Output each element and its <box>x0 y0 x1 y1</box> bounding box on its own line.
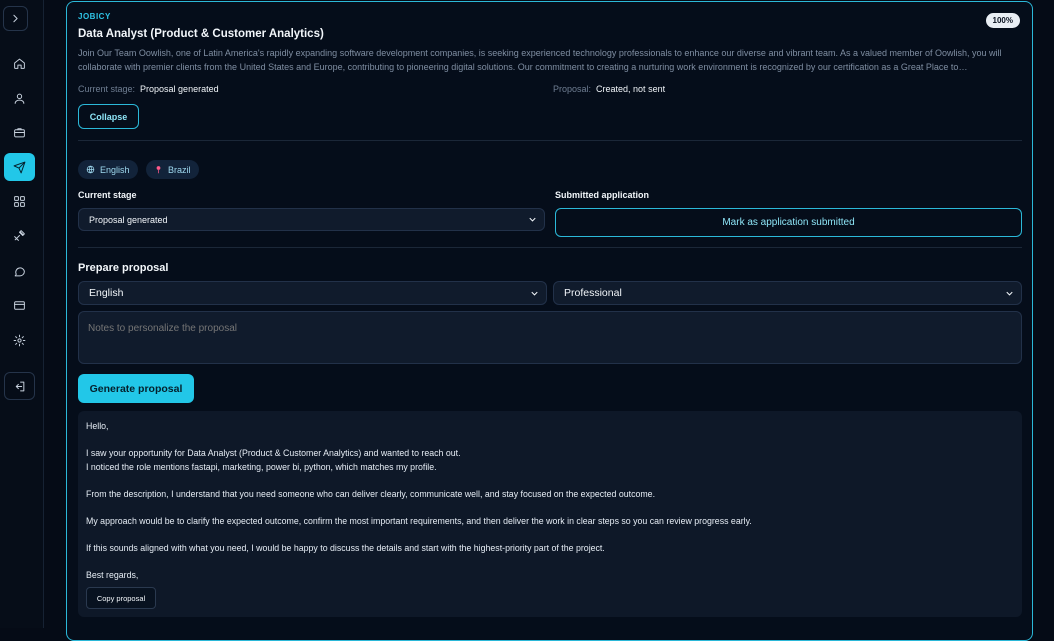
sidebar-item-dashboard[interactable] <box>4 187 35 215</box>
grid-icon <box>14 195 25 207</box>
language-chip: English <box>78 160 138 179</box>
divider <box>78 247 1022 248</box>
language-chip-label: English <box>100 164 130 175</box>
proposal-language-select[interactable]: English <box>78 281 547 305</box>
divider <box>78 140 1022 141</box>
proposal-language-selected: English <box>89 287 124 299</box>
proposal-tone-selected: Professional <box>564 287 622 299</box>
proposal-meta-label: Proposal: <box>553 84 592 94</box>
tools-icon <box>14 229 25 241</box>
current-stage-label: Current stage <box>78 190 137 200</box>
proposal-greeting: Hello, <box>86 421 109 431</box>
current-stage-meta: Current stage: Proposal generated <box>78 84 219 94</box>
current-stage-selected: Proposal generated <box>89 214 168 225</box>
sidebar-item-proposals[interactable] <box>4 153 35 181</box>
proposal-closing: Best regards, <box>86 569 139 580</box>
current-stage-select[interactable]: Proposal generated <box>78 208 545 231</box>
chevron-down-icon <box>529 217 536 222</box>
job-description: Join Our Team Oowlish, one of Latin Amer… <box>78 48 1002 72</box>
collapse-button[interactable]: Collapse <box>78 104 139 129</box>
proposal-card: JOBICY 100% Data Analyst (Product & Cust… <box>66 1 1033 641</box>
proposal-meta-value: Created, not sent <box>596 84 666 94</box>
prepare-proposal-heading: Prepare proposal <box>78 262 169 274</box>
sidebar-item-profile[interactable] <box>4 84 35 112</box>
expand-sidebar-button[interactable] <box>3 6 28 31</box>
sidebar-item-jobs[interactable] <box>4 118 35 146</box>
sidebar-item-billing[interactable] <box>4 291 35 319</box>
globe-icon <box>86 165 95 174</box>
match-badge: 100% <box>985 13 1020 28</box>
proposal-line: I saw your opportunity for Data Analyst … <box>86 448 461 458</box>
proposal-output: Hello, I saw your opportunity for Data A… <box>78 411 1022 617</box>
generate-proposal-button[interactable]: Generate proposal <box>78 374 194 403</box>
location-chip: Brazil <box>146 160 199 179</box>
source-brand: JOBICY <box>78 12 111 21</box>
pin-icon <box>156 166 161 174</box>
sidebar-item-home[interactable] <box>4 49 35 77</box>
logout-icon <box>15 381 25 391</box>
current-stage-meta-value: Proposal generated <box>140 84 219 94</box>
proposal-line: I noticed the role mentions fastapi, mar… <box>86 461 437 472</box>
chevron-right-icon <box>13 14 18 23</box>
copy-proposal-button[interactable]: Copy proposal <box>86 587 156 609</box>
location-chip-label: Brazil <box>168 164 191 175</box>
job-title: Data Analyst (Product & Customer Analyti… <box>78 28 324 40</box>
sidebar-item-messages[interactable] <box>4 257 35 285</box>
sidebar-item-tools[interactable] <box>4 221 35 249</box>
sidebar-item-settings[interactable] <box>4 326 35 354</box>
notes-input[interactable] <box>78 311 1022 364</box>
sidebar <box>0 0 44 628</box>
proposal-tone-select[interactable]: Professional <box>553 281 1022 305</box>
briefcase-icon <box>14 127 25 137</box>
proposal-meta: Proposal: Created, not sent <box>553 84 665 94</box>
chevron-down-icon <box>1006 291 1013 296</box>
proposal-paragraph: From the description, I understand that … <box>86 488 656 499</box>
user-icon <box>14 93 25 104</box>
current-stage-meta-label: Current stage: <box>78 84 136 94</box>
gear-icon <box>13 334 26 346</box>
logout-button[interactable] <box>4 372 35 400</box>
mark-submitted-button[interactable]: Mark as application submitted <box>555 208 1022 237</box>
chevron-down-icon <box>531 291 538 296</box>
home-icon <box>14 58 25 69</box>
chat-icon <box>14 266 25 276</box>
submitted-application-label: Submitted application <box>555 190 650 200</box>
proposal-paragraph: My approach would be to clarify the expe… <box>86 515 752 526</box>
proposal-paragraph: If this sounds aligned with what you nee… <box>86 542 605 553</box>
card-icon <box>14 300 25 310</box>
send-icon <box>13 161 26 173</box>
